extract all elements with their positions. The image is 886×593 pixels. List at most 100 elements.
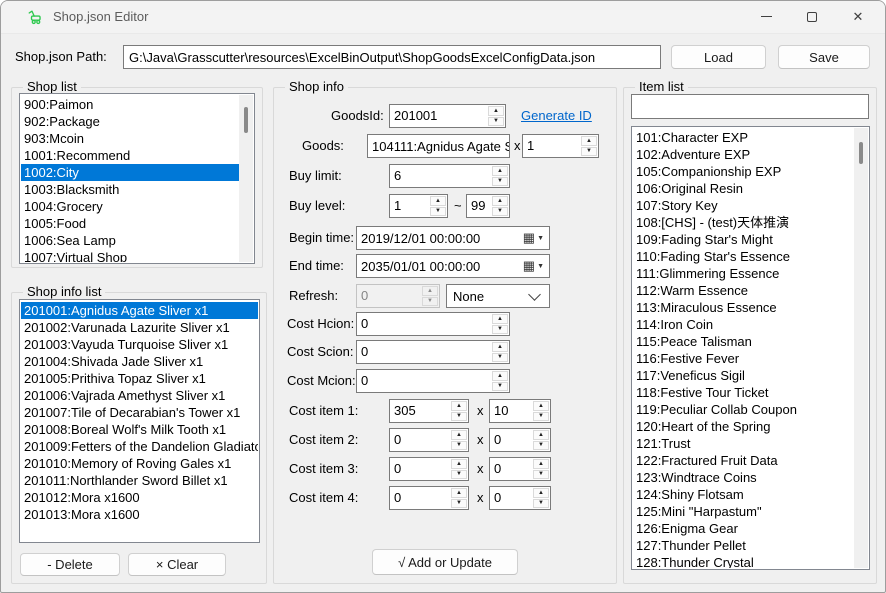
arrow-up-icon[interactable]: ▲: [492, 196, 508, 206]
arrow-down-icon[interactable]: ▼: [581, 147, 597, 157]
shop-info-list-item[interactable]: 201013:Mora x1600: [21, 506, 258, 523]
cost-item-2-count-spinner[interactable]: 0 ▲▼: [489, 428, 551, 452]
arrow-down-icon[interactable]: ▼: [492, 177, 508, 187]
arrow-up-icon[interactable]: ▲: [451, 430, 467, 440]
generate-id-link[interactable]: Generate ID: [521, 104, 592, 128]
arrow-down-icon[interactable]: ▼: [492, 325, 508, 335]
item-list-item[interactable]: 126:Enigma Gear: [633, 520, 868, 537]
item-list-item[interactable]: 107:Story Key: [633, 197, 868, 214]
end-time-picker[interactable]: 2035/01/01 00:00:00 ▦ ▼: [356, 254, 550, 278]
arrow-up-icon[interactable]: ▲: [492, 342, 508, 352]
shop-info-list-item[interactable]: 201001:Agnidus Agate Sliver x1: [21, 302, 258, 319]
arrow-up-icon[interactable]: ▲: [533, 430, 549, 440]
cost-hcion-spinner[interactable]: 0 ▲▼: [356, 312, 510, 336]
arrow-up-icon[interactable]: ▲: [492, 371, 508, 381]
item-list-item[interactable]: 122:Fractured Fruit Data: [633, 452, 868, 469]
goods-input[interactable]: 104111:Agnidus Agate S: [367, 134, 510, 158]
arrow-down-icon[interactable]: ▼: [430, 207, 446, 217]
shop-list-item[interactable]: 1002:City: [21, 164, 253, 181]
item-list-item[interactable]: 121:Trust: [633, 435, 868, 452]
item-list-item[interactable]: 110:Fading Star's Essence: [633, 248, 868, 265]
arrow-down-icon[interactable]: ▼: [492, 382, 508, 392]
arrow-down-icon[interactable]: ▼: [533, 412, 549, 422]
buy-level-max-spinner[interactable]: 99 ▲▼: [466, 194, 510, 218]
add-or-update-button[interactable]: √ Add or Update: [372, 549, 518, 575]
item-list-item[interactable]: 111:Glimmering Essence: [633, 265, 868, 282]
item-list-item[interactable]: 124:Shiny Flotsam: [633, 486, 868, 503]
delete-button[interactable]: - Delete: [20, 553, 120, 576]
item-list-item[interactable]: 120:Heart of the Spring: [633, 418, 868, 435]
arrow-up-icon[interactable]: ▲: [492, 166, 508, 176]
item-list-item[interactable]: 115:Peace Talisman: [633, 333, 868, 350]
scrollbar-thumb[interactable]: [859, 142, 863, 164]
shop-info-list-item[interactable]: 201006:Vajrada Amethyst Sliver x1: [21, 387, 258, 404]
path-input[interactable]: [123, 45, 661, 69]
cost-item-3-id-spinner[interactable]: 0 ▲▼: [389, 457, 469, 481]
arrow-down-icon[interactable]: ▼: [451, 499, 467, 509]
cost-item-1-count-spinner[interactable]: 10 ▲▼: [489, 399, 551, 423]
shop-info-list-item[interactable]: 201004:Shivada Jade Sliver x1: [21, 353, 258, 370]
arrow-up-icon[interactable]: ▲: [533, 488, 549, 498]
load-button[interactable]: Load: [671, 45, 766, 69]
shop-info-list-item[interactable]: 201007:Tile of Decarabian's Tower x1: [21, 404, 258, 421]
cost-scion-spinner[interactable]: 0 ▲▼: [356, 340, 510, 364]
shop-list-item[interactable]: 1006:Sea Lamp: [21, 232, 253, 249]
item-list-item[interactable]: 105:Companionship EXP: [633, 163, 868, 180]
item-list-item[interactable]: 123:Windtrace Coins: [633, 469, 868, 486]
item-list-item[interactable]: 101:Character EXP: [633, 129, 868, 146]
item-list-item[interactable]: 113:Miraculous Essence: [633, 299, 868, 316]
item-list-item[interactable]: 108:[CHS] - (test)天体推演: [633, 214, 868, 231]
cost-item-4-id-spinner[interactable]: 0 ▲▼: [389, 486, 469, 510]
item-list-item[interactable]: 119:Peculiar Collab Coupon: [633, 401, 868, 418]
shop-list-item[interactable]: 1003:Blacksmith: [21, 181, 253, 198]
shop-list-item[interactable]: 900:Paimon: [21, 96, 253, 113]
scrollbar-thumb[interactable]: [244, 107, 248, 133]
shop-list-item[interactable]: 1007:Virtual Shop: [21, 249, 253, 262]
arrow-down-icon[interactable]: ▼: [492, 207, 508, 217]
shop-info-list-item[interactable]: 201005:Prithiva Topaz Sliver x1: [21, 370, 258, 387]
arrow-down-icon[interactable]: ▼: [451, 470, 467, 480]
shop-info-list-item[interactable]: 201009:Fetters of the Dandelion Gladiato: [21, 438, 258, 455]
shop-list-item[interactable]: 1001:Recommend: [21, 147, 253, 164]
item-listbox[interactable]: 101:Character EXP102:Adventure EXP105:Co…: [631, 126, 870, 570]
cost-item-3-count-spinner[interactable]: 0 ▲▼: [489, 457, 551, 481]
item-list-item[interactable]: 127:Thunder Pellet: [633, 537, 868, 554]
close-button[interactable]: ✕: [835, 1, 881, 32]
arrow-up-icon[interactable]: ▲: [492, 314, 508, 324]
item-list-item[interactable]: 116:Festive Fever: [633, 350, 868, 367]
arrow-up-icon[interactable]: ▲: [430, 196, 446, 206]
shop-info-listbox[interactable]: 201001:Agnidus Agate Sliver x1201002:Var…: [19, 299, 260, 543]
refresh-type-combobox[interactable]: None: [446, 284, 550, 308]
arrow-down-icon[interactable]: ▼: [451, 412, 467, 422]
arrow-down-icon[interactable]: ▼: [533, 499, 549, 509]
arrow-up-icon[interactable]: ▲: [451, 488, 467, 498]
item-list-scrollbar[interactable]: [854, 128, 868, 568]
item-list-item[interactable]: 109:Fading Star's Might: [633, 231, 868, 248]
shop-info-list-item[interactable]: 201008:Boreal Wolf's Milk Tooth x1: [21, 421, 258, 438]
shop-listbox[interactable]: 900:Paimon902:Package903:Mcoin1001:Recom…: [19, 93, 255, 264]
item-list-item[interactable]: 102:Adventure EXP: [633, 146, 868, 163]
shop-info-list-item[interactable]: 201011:Northlander Sword Billet x1: [21, 472, 258, 489]
arrow-up-icon[interactable]: ▲: [451, 401, 467, 411]
dropdown-arrow-icon[interactable]: ▼: [537, 263, 544, 270]
clear-button[interactable]: × Clear: [128, 553, 226, 576]
arrow-up-icon[interactable]: ▲: [488, 106, 504, 116]
shop-info-list-item[interactable]: 201010:Memory of Roving Gales x1: [21, 455, 258, 472]
begin-time-picker[interactable]: 2019/12/01 00:00:00 ▦ ▼: [356, 226, 550, 250]
arrow-up-icon[interactable]: ▲: [533, 459, 549, 469]
save-button[interactable]: Save: [778, 45, 870, 69]
goodsid-spinner[interactable]: 201001 ▲▼: [389, 104, 506, 128]
shop-info-list-item[interactable]: 201012:Mora x1600: [21, 489, 258, 506]
dropdown-arrow-icon[interactable]: ▼: [537, 235, 544, 242]
item-list-item[interactable]: 128:Thunder Crystal: [633, 554, 868, 568]
arrow-down-icon[interactable]: ▼: [451, 441, 467, 451]
arrow-down-icon[interactable]: ▼: [533, 470, 549, 480]
item-list-item[interactable]: 118:Festive Tour Ticket: [633, 384, 868, 401]
item-search-input[interactable]: [631, 94, 869, 119]
arrow-down-icon[interactable]: ▼: [488, 117, 504, 127]
arrow-up-icon[interactable]: ▲: [451, 459, 467, 469]
buy-limit-spinner[interactable]: 6 ▲▼: [389, 164, 510, 188]
item-list-item[interactable]: 125:Mini "Harpastum": [633, 503, 868, 520]
cost-item-1-id-spinner[interactable]: 305 ▲▼: [389, 399, 469, 423]
item-list-item[interactable]: 112:Warm Essence: [633, 282, 868, 299]
